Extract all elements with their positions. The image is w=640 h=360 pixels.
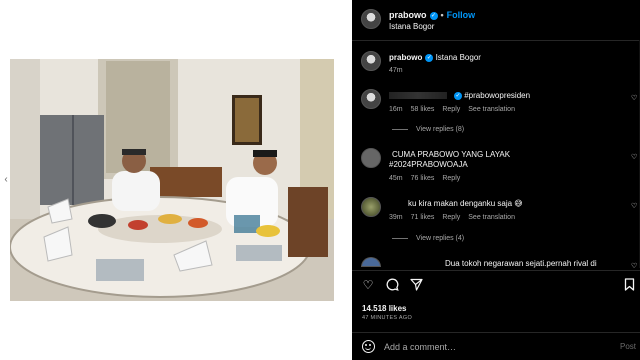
actions-divider <box>352 270 640 271</box>
comment-meta: 45m 76 likes Reply <box>389 175 468 182</box>
verified-badge-icon: ✓ <box>425 53 434 62</box>
follow-button[interactable]: Follow <box>447 10 476 20</box>
post-header: prabowo ✓ • Follow <box>389 10 475 20</box>
caption-username[interactable]: prabowo <box>389 53 422 62</box>
header-divider <box>352 40 640 41</box>
commenter-username-blurred[interactable] <box>389 92 447 100</box>
post-photo <box>10 59 334 301</box>
caption-text: Istana Bogor <box>435 53 481 62</box>
comment-time: 45m <box>389 175 403 182</box>
comment-time: 39m <box>389 214 403 221</box>
heart-icon[interactable]: ♡ <box>361 278 375 292</box>
heart-icon[interactable]: ♡ <box>631 203 638 210</box>
caption: prabowo ✓ Istana Bogor <box>389 53 481 62</box>
comment-body: Dua tokoh negarawan sejati.pernah rival … <box>445 259 597 268</box>
view-replies-button[interactable]: View replies (8) <box>392 126 464 133</box>
comment-body: ku kira makan denganku saja 😅 <box>408 199 523 208</box>
comment-icon[interactable] <box>385 278 399 292</box>
comment-meta: 16m 58 likes Reply See translation <box>389 106 523 113</box>
comment-likes[interactable]: 58 likes <box>411 106 435 113</box>
comment-time: 16m <box>389 106 403 113</box>
post-comment-button[interactable]: Post <box>620 342 636 351</box>
commenter-avatar[interactable] <box>361 89 381 109</box>
post-sidebar: prabowo ✓ • Follow Istana Bogor prabowo ✓ Is… <box>352 0 640 360</box>
reply-button[interactable]: Reply <box>442 106 460 113</box>
reply-button[interactable]: Reply <box>442 214 460 221</box>
share-icon[interactable] <box>409 278 423 292</box>
commenter-avatar[interactable] <box>361 197 381 217</box>
like-count[interactable]: 14.518 likes <box>362 304 406 313</box>
comment-body: #prabowopresiden <box>464 91 531 100</box>
caption-avatar[interactable] <box>361 51 381 71</box>
caption-time: 47m <box>389 67 403 74</box>
commenter-avatar[interactable] <box>361 148 381 168</box>
comment-bar: Post <box>352 332 640 360</box>
verified-badge-icon: ✓ <box>454 91 462 100</box>
heart-icon[interactable]: ♡ <box>631 263 638 270</box>
heart-icon[interactable]: ♡ <box>631 154 638 161</box>
avatar[interactable] <box>361 9 381 29</box>
comment-likes[interactable]: 71 likes <box>411 214 435 221</box>
post-timestamp: 47 MINUTES AGO <box>362 315 413 321</box>
comment-text: ✓ #prabowopresiden <box>389 91 530 100</box>
comment-input[interactable] <box>384 340 604 354</box>
comment-body-line2: #2024PRABOWOAJA <box>389 160 468 169</box>
comment-meta: 39m 71 likes Reply See translation <box>389 214 523 221</box>
see-translation-link[interactable]: See translation <box>468 214 515 221</box>
comment-body: CUMA PRABOWO YANG LAYAK <box>392 150 511 159</box>
post-media-area: ‹ <box>0 0 352 360</box>
commenter-avatar[interactable] <box>361 257 381 267</box>
separator-dot: • <box>440 10 444 20</box>
post-author-username[interactable]: prabowo <box>389 10 427 20</box>
location-link[interactable]: Istana Bogor <box>389 22 434 31</box>
emoji-icon[interactable] <box>362 340 375 353</box>
comment-likes[interactable]: 76 likes <box>411 175 435 182</box>
bookmark-icon[interactable] <box>622 278 636 292</box>
heart-icon[interactable]: ♡ <box>631 95 638 102</box>
verified-badge-icon: ✓ <box>429 11 438 20</box>
see-translation-link[interactable]: See translation <box>468 106 515 113</box>
action-bar: ♡ <box>352 278 640 292</box>
view-replies-button[interactable]: View replies (4) <box>392 235 464 242</box>
reply-button[interactable]: Reply <box>442 175 460 182</box>
